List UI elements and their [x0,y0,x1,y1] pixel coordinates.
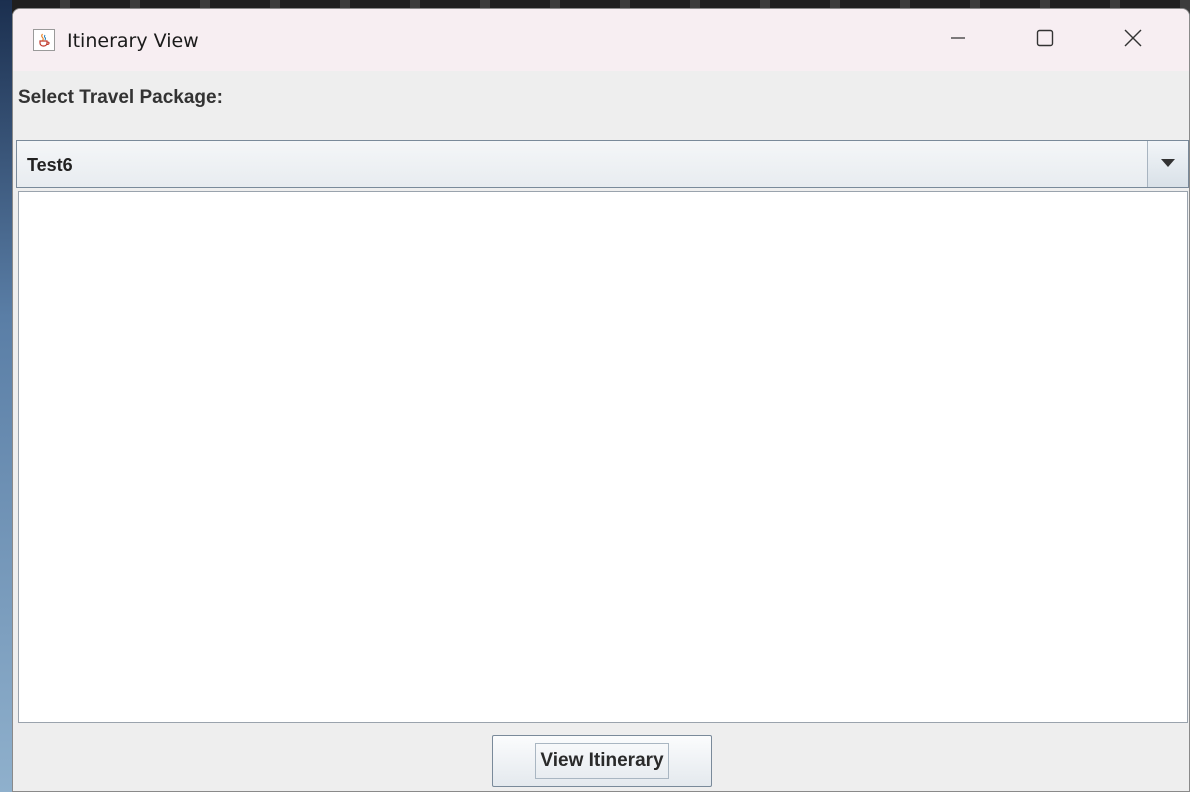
window-title: Itinerary View [67,30,199,52]
maximize-icon [1035,28,1055,53]
selected-package-value: Test6 [27,155,73,175]
desktop-background-left [0,0,12,792]
itinerary-window: Itinerary View Select Travel Package: Te… [12,8,1190,792]
minimize-button[interactable] [938,23,978,57]
minimize-icon [949,29,967,52]
select-package-label: Select Travel Package: [18,87,223,108]
travel-package-combobox[interactable]: Test6 [16,140,1189,188]
close-button[interactable] [1113,23,1153,57]
itinerary-display-area[interactable] [18,191,1188,723]
view-itinerary-label: View Itinerary [535,743,669,779]
combo-dropdown-button[interactable] [1147,141,1188,187]
close-icon [1123,28,1143,53]
view-itinerary-button[interactable]: View Itinerary [492,735,712,787]
maximize-button[interactable] [1025,23,1065,57]
java-cup-icon [33,29,55,51]
chevron-down-icon [1160,155,1176,173]
title-bar[interactable]: Itinerary View [13,9,1189,71]
